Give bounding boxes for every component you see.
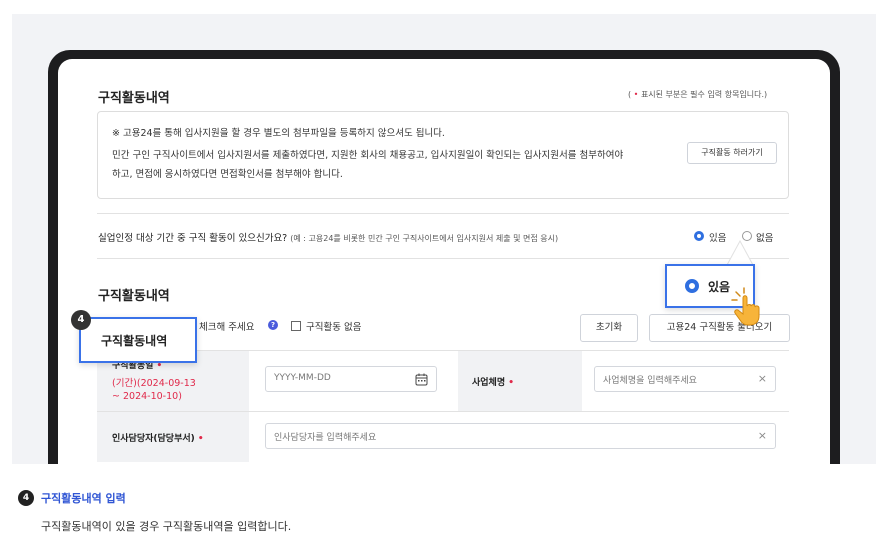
- hand-pointer-icon: [731, 287, 760, 326]
- notice-line-3: 하고, 면접에 응시하였다면 면접확인서를 첨부해야 합니다.: [112, 169, 343, 180]
- no-activity-label[interactable]: 구직활동 없음: [306, 319, 361, 333]
- activity-question-text: 실업인정 대상 기간 중 구직 활동이 있으신가요?: [98, 233, 288, 244]
- footer-step-badge: 4: [18, 490, 34, 506]
- radio-no-label[interactable]: 없음: [756, 230, 773, 244]
- callout-radio-icon: [685, 279, 699, 293]
- reset-button[interactable]: 초기화: [580, 314, 638, 342]
- calendar-icon[interactable]: [415, 373, 428, 386]
- footer-title: 구직활동내역 입력: [41, 492, 126, 505]
- check-hint: 체크해 주세요: [199, 322, 255, 333]
- activity-date-input[interactable]: YYYY-MM-DD: [265, 366, 437, 392]
- period-line-2: ~ 2024-10-10): [112, 391, 182, 402]
- no-activity-checkbox[interactable]: [291, 321, 301, 331]
- hr-label: 인사담당자(담당부서) •: [112, 431, 204, 444]
- callout-section-highlight: 구직활동내역: [79, 317, 197, 363]
- required-note: ( • 표시된 부분은 필수 입력 항목입니다.): [628, 89, 767, 100]
- required-note-open: (: [628, 90, 632, 99]
- info-icon[interactable]: ?: [268, 320, 278, 330]
- period-line-1: (기간)(2024-09-13: [112, 378, 196, 389]
- footer-description: 구직활동내역이 있을 경우 구직활동내역을 입력합니다.: [41, 520, 292, 533]
- callout-section-label: 구직활동내역: [101, 334, 168, 348]
- notice-line-2: 민간 구인 구직사이트에서 입사지원서를 제출하였다면, 지원한 회사의 채용공…: [112, 150, 624, 161]
- required-note-text: 표시된 부분은 필수 입력 항목입니다.): [640, 90, 768, 99]
- radio-yes-label[interactable]: 있음: [709, 230, 726, 244]
- hr-required-star: •: [197, 434, 204, 444]
- screenshot-stage: 구직활동내역 ( • 표시된 부분은 필수 입력 항목입니다.) ※ 고용24를…: [12, 14, 876, 464]
- page-title: 구직활동내역: [98, 91, 170, 106]
- business-required-star: •: [508, 378, 515, 388]
- activity-question: 실업인정 대상 기간 중 구직 활동이 있으신가요? (예 : 고용24를 비롯…: [98, 230, 558, 244]
- go-job-search-button[interactable]: 구직활동 하러가기: [687, 142, 777, 164]
- hr-manager-input[interactable]: 인사담당자를 입력해주세요 ×: [265, 423, 776, 449]
- callout-yes-label: 있음: [708, 280, 731, 294]
- step-badge: 4: [71, 310, 91, 330]
- clear-icon[interactable]: ×: [758, 429, 767, 442]
- notice-box: ※ 고용24를 통해 입사지원을 할 경우 별도의 첨부파일을 등록하지 않으셔…: [97, 111, 789, 199]
- required-dot: •: [633, 90, 639, 99]
- business-name-placeholder: 사업체명을 입력해주세요: [603, 376, 697, 386]
- callout-pointer: [726, 239, 754, 266]
- hr-manager-placeholder: 인사담당자를 입력해주세요: [274, 433, 377, 443]
- section-title: 구직활동내역: [98, 289, 170, 304]
- notice-line-1: ※ 고용24를 통해 입사지원을 할 경우 별도의 첨부파일을 등록하지 않으셔…: [112, 128, 445, 139]
- business-label-text: 사업체명: [472, 378, 506, 388]
- business-label: 사업체명 •: [472, 375, 514, 388]
- hr-label-text: 인사담당자(담당부서): [112, 434, 195, 444]
- business-name-input[interactable]: 사업체명을 입력해주세요 ×: [594, 366, 776, 392]
- activity-date-placeholder: YYYY-MM-DD: [274, 373, 331, 383]
- activity-question-example: (예 : 고용24를 비롯한 민간 구인 구직사이트에서 입사지원서 제출 및 …: [290, 234, 559, 243]
- screen: 구직활동내역 ( • 표시된 부분은 필수 입력 항목입니다.) ※ 고용24를…: [58, 59, 830, 464]
- divider-top: [97, 213, 789, 214]
- radio-yes[interactable]: [694, 231, 704, 241]
- laptop-frame: 구직활동내역 ( • 표시된 부분은 필수 입력 항목입니다.) ※ 고용24를…: [48, 50, 840, 464]
- divider-question: [97, 258, 789, 259]
- clear-icon[interactable]: ×: [758, 372, 767, 385]
